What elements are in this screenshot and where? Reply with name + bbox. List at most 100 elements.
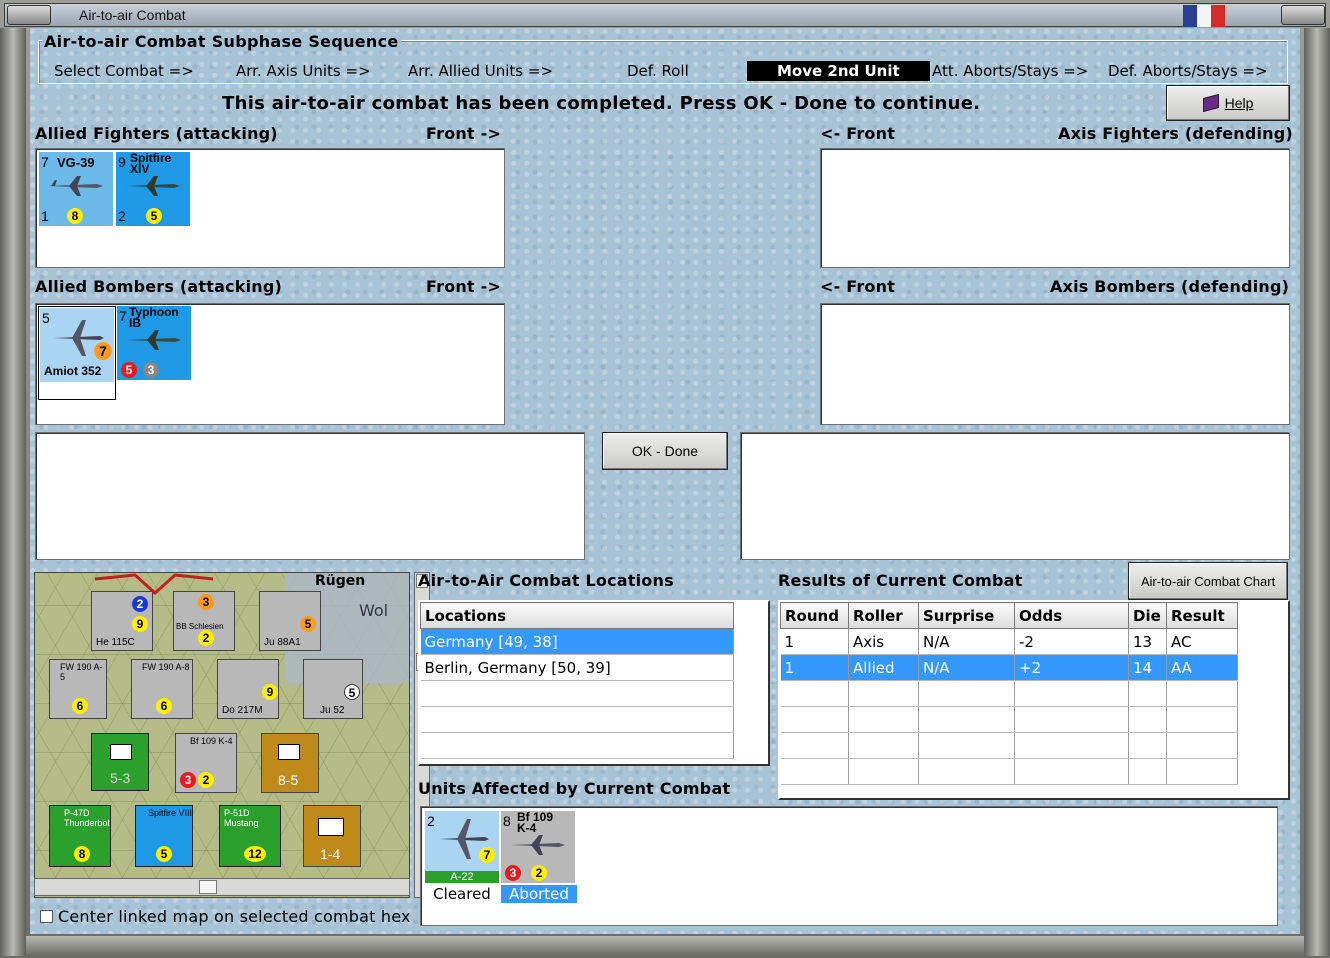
counter-top-left: 8	[503, 813, 511, 829]
counter-rating: 5	[121, 362, 137, 378]
result-row[interactable]	[780, 680, 1238, 707]
result-row[interactable]	[780, 732, 1238, 759]
status-message: This air-to-air combat has been complete…	[222, 93, 981, 114]
linked-map[interactable]: Rügen Wol He 115C 2 9 BB Schlesien 3 2 Ju 88…	[34, 572, 410, 898]
locations-list[interactable]: Locations Germany [49, 38] Berlin, Germa…	[418, 600, 770, 766]
map-unit-bf109[interactable]: Bf 109 K-4 3 2	[175, 733, 237, 793]
location-row[interactable]: Germany [49, 38]	[420, 628, 734, 655]
locations-header: Locations	[420, 602, 734, 629]
map-unit-do217[interactable]: Do 217M 9	[217, 659, 279, 719]
map-unit-fw190a5[interactable]: FW 190 A-5 6	[49, 659, 107, 719]
counter-rating: 5	[146, 208, 162, 224]
counter-name: Spitfire XIV	[130, 152, 172, 176]
counter-top-left: 9	[118, 154, 126, 170]
map-horizontal-scrollbar[interactable]	[34, 878, 410, 896]
affected-unit-status: Cleared	[433, 885, 491, 903]
col-round: Round	[780, 602, 849, 629]
map-unit-hq[interactable]: 8-5	[261, 733, 319, 793]
cell: AC	[1166, 628, 1238, 655]
cell: 13	[1128, 628, 1167, 655]
cell: -2	[1014, 628, 1129, 655]
counter-name: Amiot 352	[44, 364, 102, 378]
help-button[interactable]: Help	[1166, 85, 1290, 121]
map-unit-fw190a8[interactable]: FW 190 A-8 6	[131, 659, 193, 719]
location-row[interactable]: Berlin, Germany [50, 39]	[420, 654, 734, 681]
counter-top-left: 7	[41, 154, 49, 170]
map-unit-label: Ju 88A1	[264, 637, 301, 648]
location-row[interactable]	[420, 706, 734, 733]
map-unit-label: Do 217M	[222, 705, 263, 716]
location-row[interactable]	[420, 680, 734, 707]
bottom-rail	[26, 936, 1304, 956]
map-unit-division[interactable]: 5-3	[91, 733, 149, 791]
affected-units-panel: 2 7 A-22 Cleared 8 Bf 109 K-4 3 2 Aborte…	[420, 806, 1278, 926]
fighter-plane-icon	[127, 330, 181, 350]
axis-bombers-panel[interactable]	[820, 303, 1290, 425]
map-unit-label: Bf 109 K-4	[190, 736, 233, 746]
unit-counter[interactable]: 7 VG-39 1 8	[39, 152, 113, 226]
counter-bottom-left: 2	[118, 208, 126, 224]
unit-counter[interactable]: 5 7 Amiot 352	[40, 308, 114, 382]
counter-name: Bf 109 K-4	[517, 811, 554, 835]
axis-info-panel	[740, 432, 1290, 560]
map-unit-ju88[interactable]: Ju 88A1 5	[259, 591, 321, 651]
col-die: Die	[1128, 602, 1167, 629]
axis-fighters-panel[interactable]	[820, 148, 1290, 268]
selected-unit-frame[interactable]: 5 7 Amiot 352	[38, 306, 116, 400]
allied-fighters-front-label: Front ->	[426, 124, 502, 143]
counter-name: Typhoon IB	[129, 306, 179, 330]
col-result: Result	[1166, 602, 1238, 629]
map-unit-label: FW 190 A-8	[142, 662, 190, 672]
cell: N/A	[918, 654, 1015, 681]
unit-counter[interactable]: 9 Spitfire XIV 2 5	[116, 152, 190, 226]
result-row[interactable]: 1 Allied N/A +2 14 AA	[780, 654, 1238, 681]
allied-fighters-panel[interactable]: 7 VG-39 1 8 9 Spitfire XIV 2 5	[35, 148, 505, 268]
cell: Axis	[848, 628, 919, 655]
close-window-button[interactable]	[1281, 5, 1325, 25]
counter-rating-2: 2	[531, 865, 547, 881]
locations-title: Air-to-Air Combat Locations	[418, 571, 674, 590]
col-surprise: Surprise	[918, 602, 1015, 629]
center-map-checkbox[interactable]	[40, 910, 53, 923]
fighter-plane-icon	[49, 176, 103, 196]
allied-bombers-label: Allied Bombers (attacking)	[35, 277, 283, 296]
window-frame: Air-to-air Combat Air-to-air Combat Subp…	[0, 0, 1330, 958]
result-row[interactable]	[780, 706, 1238, 733]
left-rail	[0, 28, 26, 956]
map-unit-ju52[interactable]: Ju 52 5	[303, 659, 363, 719]
allied-bombers-front-label: Front ->	[426, 277, 502, 296]
map-unit-artillery[interactable]: 1-4	[303, 805, 361, 867]
scroll-thumb[interactable]	[199, 880, 217, 894]
french-flag-icon	[1183, 5, 1225, 27]
border-line	[95, 573, 214, 596]
cell: +2	[1014, 654, 1129, 681]
affected-unit-status: Aborted	[501, 885, 577, 903]
map-unit-label: BB Schlesien	[176, 622, 224, 631]
seq-step-arr-axis: Arr. Axis Units =>	[236, 62, 371, 80]
map-unit-spitfire[interactable]: Spitfire VIII 5	[135, 805, 193, 867]
allied-bombers-panel[interactable]: 5 7 Amiot 352 7 Typhoon IB 5 3	[35, 303, 505, 425]
result-row[interactable]	[780, 758, 1238, 785]
map-unit-p51[interactable]: P-51D Mustang 12	[219, 805, 281, 867]
counter-top-left: 7	[119, 308, 127, 324]
center-map-label: Center linked map on selected combat hex	[58, 907, 411, 926]
map-unit-p47[interactable]: P-47D Thunderbolt 8	[49, 805, 111, 867]
cell: N/A	[918, 628, 1015, 655]
ok-done-button[interactable]: OK - Done	[602, 432, 728, 470]
counter-rating: 7	[94, 342, 112, 360]
col-roller: Roller	[848, 602, 919, 629]
result-row[interactable]: 1 Axis N/A -2 13 AC	[780, 628, 1238, 655]
cell: 1	[780, 628, 849, 655]
counter-footer: A-22	[425, 871, 499, 883]
map-unit-label: Ju 52	[320, 705, 345, 716]
location-row[interactable]	[420, 732, 734, 759]
counter-name: VG-39	[57, 155, 95, 170]
affected-unit-bf109[interactable]: 8 Bf 109 K-4 3 2	[501, 811, 575, 883]
counter-rating: 8	[67, 208, 83, 224]
unit-counter[interactable]: 7 Typhoon IB 5 3	[117, 306, 191, 380]
system-menu-button[interactable]	[7, 5, 51, 25]
affected-unit-a22[interactable]: 2 7 A-22	[425, 811, 499, 883]
air-combat-chart-button[interactable]: Air-to-air Combat Chart	[1128, 562, 1288, 600]
seq-step-move-2nd-unit: Move 2nd Unit	[747, 61, 930, 81]
map-label-wol: Wol	[359, 601, 389, 620]
